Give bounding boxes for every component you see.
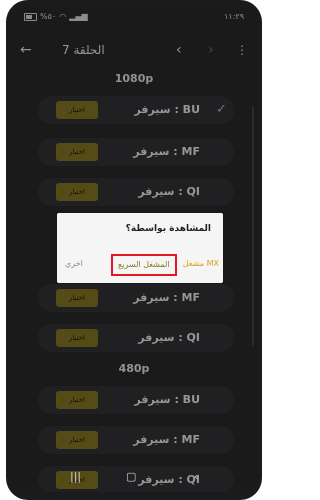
back-nav-icon[interactable]: ‹	[194, 470, 198, 483]
dialog-question: المشاهدة بواسطة؟	[125, 224, 211, 234]
home-icon[interactable]: ▢	[126, 470, 136, 483]
recent-apps-icon[interactable]: |||	[70, 470, 81, 483]
other-button[interactable]: اخري	[65, 257, 83, 271]
mx-player-button[interactable]: مشغل MX	[183, 257, 219, 271]
player-chooser-dialog: المشاهدة بواسطة؟ مشغل MX المشغل السريع ا…	[57, 213, 223, 283]
app-screen: %٥٠ ◠ ▂▄▆ ١١:٢٩ ← الحلقة 7 ‹ › ⋮ 1080p س…	[10, 6, 258, 492]
phone-frame: %٥٠ ◠ ▂▄▆ ١١:٢٩ ← الحلقة 7 ‹ › ⋮ 1080p س…	[6, 0, 262, 500]
fast-player-button[interactable]: المشغل السريع	[111, 254, 177, 276]
system-nav-bar: ||| ▢ ‹	[10, 464, 258, 492]
